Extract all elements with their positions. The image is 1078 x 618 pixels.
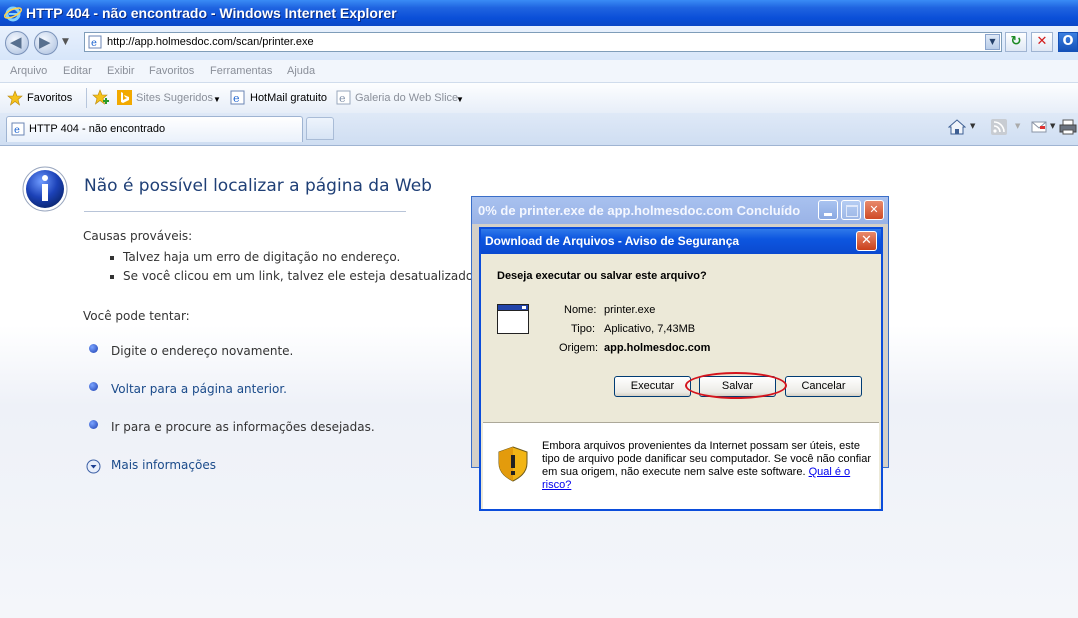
- back-button[interactable]: ◀: [5, 31, 29, 55]
- window-titlebar: HTTP 404 - não encontrado - Windows Inte…: [0, 0, 1078, 26]
- sites-sugeridos-dropdown-icon[interactable]: ▼: [213, 95, 221, 104]
- risk-link[interactable]: Qual é o: [809, 466, 851, 478]
- bullet: [110, 256, 114, 260]
- close-icon: ✕: [861, 233, 872, 248]
- menu-exibir[interactable]: Exibir: [107, 65, 135, 77]
- favorites-button[interactable]: Favoritos: [27, 92, 72, 104]
- blue-bullet-icon: [89, 344, 98, 353]
- cancel-button[interactable]: Cancelar: [785, 376, 862, 397]
- fav-sites-sugeridos[interactable]: Sites Sugeridos: [136, 92, 213, 104]
- svg-text:e: e: [14, 125, 20, 136]
- causes-heading: Causas prováveis:: [83, 229, 193, 243]
- print-icon[interactable]: [1059, 119, 1077, 135]
- name-value: printer.exe: [604, 304, 656, 316]
- cause-typo: Talvez haja um erro de digitação no ende…: [123, 250, 401, 264]
- type-value: Aplicativo, 7,43MB: [604, 323, 696, 335]
- tab-page-icon: e: [11, 122, 25, 136]
- feeds-dropdown-icon[interactable]: ▼: [1015, 122, 1020, 130]
- stop-button[interactable]: ✕: [1031, 32, 1053, 52]
- new-tab-button[interactable]: [306, 117, 334, 140]
- more-info-link[interactable]: Mais informações: [111, 458, 216, 472]
- maximize-icon: [846, 205, 858, 217]
- forward-button[interactable]: ▶: [34, 31, 58, 55]
- dialog-close-button[interactable]: ✕: [856, 231, 877, 251]
- window-title: HTTP 404 - não encontrado - Windows Inte…: [26, 5, 397, 21]
- outlook-icon: O: [1062, 34, 1074, 49]
- dialog-titlebar: Download de Arquivos - Aviso de Seguranç…: [481, 229, 881, 254]
- run-button[interactable]: Executar: [614, 376, 691, 397]
- back-link[interactable]: Voltar para a página anterior.: [111, 382, 287, 396]
- minimize-button[interactable]: [818, 200, 838, 220]
- address-url: http://app.holmesdoc.com/scan/printer.ex…: [107, 36, 314, 48]
- title-divider: [84, 211, 406, 212]
- dialog-title: Download de Arquivos - Aviso de Seguranç…: [485, 234, 740, 248]
- forward-arrow-icon: ▶: [39, 33, 51, 51]
- maximize-button[interactable]: [841, 200, 861, 220]
- svg-text:e: e: [91, 38, 97, 49]
- search-provider-button[interactable]: O: [1058, 32, 1078, 52]
- fav-hotmail[interactable]: HotMail gratuito: [250, 92, 327, 104]
- warning-line-1: Embora arquivos provenientes da Internet…: [542, 440, 860, 452]
- refresh-button[interactable]: ↻: [1005, 32, 1027, 52]
- bing-icon: [117, 90, 132, 105]
- blue-bullet-icon: [89, 382, 98, 391]
- menu-editar[interactable]: Editar: [63, 65, 92, 77]
- menu-favoritos[interactable]: Favoritos: [149, 65, 194, 77]
- home-icon[interactable]: [948, 118, 966, 136]
- warning-line-2: tipo de arquivo pode danificar seu compu…: [542, 453, 871, 465]
- name-label: Nome:: [564, 304, 597, 316]
- star-icon: [7, 90, 23, 106]
- try-heading: Você pode tentar:: [83, 309, 190, 323]
- bullet: [110, 275, 114, 279]
- warning-line-3-text: em sua origem, não execute nem salve est…: [542, 466, 809, 478]
- application-file-icon: [497, 304, 529, 334]
- recent-pages-dropdown[interactable]: ▼: [62, 37, 69, 47]
- add-favorite-icon[interactable]: [92, 89, 110, 107]
- address-bar[interactable]: e http://app.holmesdoc.com/scan/printer.…: [84, 32, 1002, 52]
- webslice-icon: e: [336, 90, 351, 105]
- try-retype-address: Digite o endereço novamente.: [111, 344, 294, 358]
- favbar-divider: [86, 88, 87, 108]
- save-highlight-ellipse: [685, 372, 787, 399]
- type-label: Tipo:: [571, 323, 596, 335]
- cause-outdated-link: Se você clicou em um link, talvez ele es…: [123, 269, 477, 283]
- address-dropdown-button[interactable]: ▼: [985, 34, 1000, 50]
- page-icon: e: [88, 35, 102, 49]
- dialog-question: Deseja executar ou salvar este arquivo?: [497, 270, 707, 282]
- feeds-icon[interactable]: [991, 119, 1007, 135]
- tab-label: HTTP 404 - não encontrado: [29, 123, 166, 135]
- back-arrow-icon: ◀: [10, 33, 22, 51]
- tab-http-404[interactable]: e HTTP 404 - não encontrado: [6, 116, 303, 142]
- menu-ajuda[interactable]: Ajuda: [287, 65, 315, 77]
- info-icon: [22, 166, 68, 212]
- ie-page-icon: e: [230, 90, 245, 105]
- svg-text:e: e: [339, 92, 346, 105]
- warning-line-3: em sua origem, não execute nem salve est…: [542, 466, 850, 478]
- expand-chevron-icon[interactable]: [86, 459, 101, 474]
- try-go-to: Ir para e procure as informações desejad…: [111, 420, 375, 434]
- download-window-close-button[interactable]: ✕: [864, 200, 884, 220]
- mail-icon[interactable]: [1031, 120, 1047, 134]
- ie-logo-icon: [4, 6, 22, 22]
- refresh-icon: ↻: [1010, 34, 1022, 49]
- close-icon: ✕: [869, 203, 879, 216]
- fav-galeria-web-slice[interactable]: Galeria do Web Slice: [355, 92, 458, 104]
- mail-dropdown-icon[interactable]: ▼: [1050, 122, 1055, 130]
- origin-value: app.holmesdoc.com: [604, 342, 711, 354]
- origin-label: Origem:: [559, 342, 599, 354]
- galeria-dropdown-icon[interactable]: ▼: [456, 95, 464, 104]
- download-window-title: 0% de printer.exe de app.holmesdoc.com C…: [478, 203, 801, 218]
- blue-bullet-icon: [89, 420, 98, 429]
- warning-line-4: risco?: [542, 479, 571, 491]
- menu-bar: Arquivo Editar Exibir Favoritos Ferramen…: [0, 60, 1078, 83]
- stop-icon: ✕: [1036, 34, 1048, 49]
- minimize-icon: [824, 213, 832, 216]
- warning-shield-icon: [498, 446, 528, 482]
- svg-text:e: e: [233, 92, 240, 105]
- menu-ferramentas[interactable]: Ferramentas: [210, 65, 272, 77]
- page-title: Não é possível localizar a página da Web: [84, 176, 432, 196]
- risk-link-continued[interactable]: risco?: [542, 479, 571, 491]
- menu-arquivo[interactable]: Arquivo: [10, 65, 47, 77]
- home-dropdown-icon[interactable]: ▼: [970, 122, 975, 130]
